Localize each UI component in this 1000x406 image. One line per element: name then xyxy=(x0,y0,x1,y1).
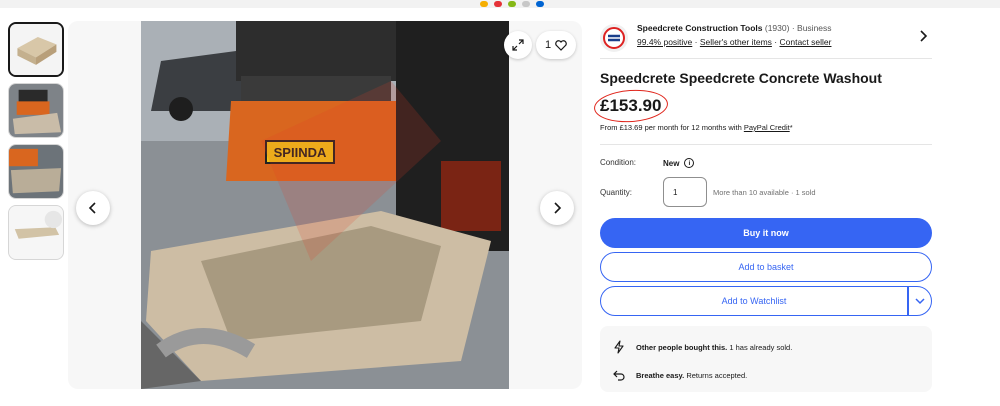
thumbnail-3-image xyxy=(9,145,63,198)
seller-card[interactable]: Speedcrete Construction Tools (1930) · B… xyxy=(600,21,932,59)
thumbnail-2-image xyxy=(9,84,63,137)
seller-name[interactable]: Speedcrete Construction Tools xyxy=(637,23,762,33)
thumbnail-4[interactable] xyxy=(8,205,64,260)
thumbnail-4-image xyxy=(9,206,63,259)
chevron-left-icon xyxy=(88,202,96,214)
info-row-popular: Other people bought this. 1 has already … xyxy=(612,340,792,354)
chevron-down-icon xyxy=(915,298,925,305)
add-to-watchlist-button[interactable]: Add to Watchlist xyxy=(600,286,908,316)
finance-suffix: * xyxy=(789,123,793,132)
condition-value: New xyxy=(663,158,680,168)
info-popular-bold: Other people bought this. xyxy=(636,342,728,352)
thumbnail-1-image xyxy=(10,24,62,75)
price-block: £153.90 xyxy=(592,87,670,125)
price: £153.90 xyxy=(600,96,662,115)
quantity-label: Quantity: xyxy=(600,188,633,197)
lightning-icon xyxy=(614,340,624,354)
chevron-right-icon xyxy=(554,202,562,214)
thumbnail-2[interactable] xyxy=(8,83,64,138)
seller-chevron-right-icon[interactable] xyxy=(918,29,928,45)
info-icon[interactable]: i xyxy=(684,158,695,168)
watch-count: 1 xyxy=(545,39,552,51)
image-gallery: SPIINDA 1 xyxy=(68,21,582,389)
seller-links-separator-1: · xyxy=(694,37,698,47)
next-image-button[interactable] xyxy=(540,191,574,225)
contact-seller-link[interactable]: Contact seller xyxy=(780,37,832,47)
seller-name-line: Speedcrete Construction Tools (1930) · B… xyxy=(637,23,832,33)
condition-value-wrap: New i xyxy=(663,158,695,168)
info-panel: Other people bought this. 1 has already … xyxy=(600,326,932,392)
finance-line: From £13.69 per month for 12 months with… xyxy=(600,123,793,132)
expand-button[interactable] xyxy=(504,31,532,59)
previous-image-button[interactable] xyxy=(76,191,110,225)
seller-positive-link[interactable]: 99.4% positive xyxy=(637,37,692,47)
thumbnail-1[interactable] xyxy=(8,22,64,77)
paypal-credit-link[interactable]: PayPal Credit xyxy=(744,123,790,132)
info-returns-rest: Returns accepted. xyxy=(686,370,748,380)
seller-other-items-link[interactable]: Seller's other items xyxy=(700,37,772,47)
info-row-returns: Breathe easy. Returns accepted. xyxy=(612,368,747,382)
buy-now-button[interactable]: Buy it now xyxy=(600,218,932,248)
color-dots xyxy=(480,1,544,7)
add-to-basket-button[interactable]: Add to basket xyxy=(600,252,932,282)
thumbnail-strip xyxy=(8,22,64,266)
availability-text: More than 10 available · 1 sold xyxy=(713,188,816,197)
listing-title: Speedcrete Speedcrete Concrete Washout xyxy=(600,70,882,86)
main-photo-image: SPIINDA xyxy=(141,21,509,389)
quantity-input[interactable]: 1 xyxy=(663,177,707,207)
condition-label: Condition: xyxy=(600,158,637,167)
heart-icon xyxy=(555,39,567,51)
seller-feedback-count: (1930) xyxy=(764,23,790,33)
info-popular-rest: 1 has already sold. xyxy=(729,342,793,352)
return-arrow-icon xyxy=(613,370,625,381)
seller-type: Business xyxy=(797,23,832,33)
seller-logo-icon xyxy=(600,24,628,52)
top-strip xyxy=(0,0,1000,8)
finance-text: From £13.69 per month for 12 months with xyxy=(600,123,742,132)
expand-icon xyxy=(512,39,524,51)
divider xyxy=(600,144,932,145)
seller-links: 99.4% positive · Seller's other items · … xyxy=(637,37,831,47)
main-photo[interactable]: SPIINDA xyxy=(141,21,509,389)
info-returns-bold: Breathe easy. xyxy=(636,370,685,380)
watchlist-dropdown-button[interactable] xyxy=(908,286,932,316)
divider xyxy=(600,58,932,59)
seller-separator: · xyxy=(791,23,795,33)
watch-count-button[interactable]: 1 xyxy=(536,31,577,59)
seller-links-separator-2: · xyxy=(774,37,778,47)
thumbnail-3[interactable] xyxy=(8,144,64,199)
